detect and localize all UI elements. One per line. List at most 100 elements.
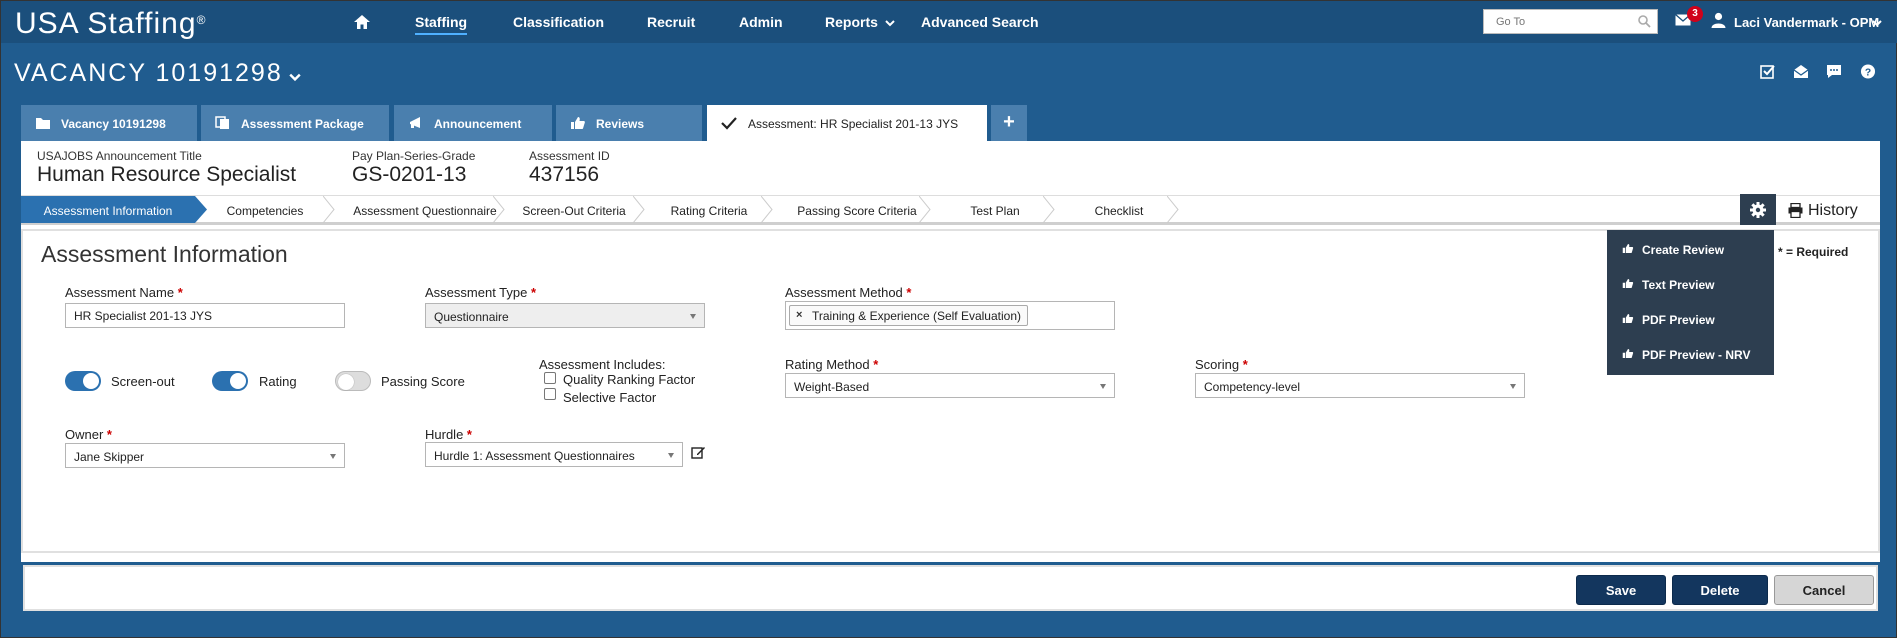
required-note: * = Required (1778, 245, 1849, 259)
assessment-id-value: 437156 (529, 163, 600, 186)
pay-plan-value: GS-0201-13 (352, 163, 467, 186)
assessment-name-label: Assessment Name * (65, 285, 183, 300)
section-title: Assessment Information (41, 241, 288, 267)
scoring-select[interactable]: Competency-level (1195, 373, 1525, 398)
rating-toggle[interactable] (212, 371, 248, 391)
step-chevron-icon (1043, 196, 1055, 223)
history-button[interactable]: History (1788, 202, 1858, 220)
nav-admin[interactable]: Admin (739, 14, 783, 30)
step-checklist[interactable]: Checklist (1057, 196, 1181, 223)
app-logo[interactable]: USA Staffing® (15, 7, 206, 41)
quality-ranking-factor-checkbox[interactable] (544, 372, 556, 384)
step-assessment-information[interactable]: Assessment Information (21, 196, 195, 223)
dropdown-arrow-icon (1100, 384, 1106, 389)
history-label: History (1808, 202, 1858, 219)
step-screen-out-criteria[interactable]: Screen-Out Criteria (505, 196, 643, 223)
settings-button[interactable] (1740, 194, 1776, 225)
cancel-button[interactable]: Cancel (1774, 575, 1874, 605)
help-icon[interactable]: ? (1860, 64, 1876, 79)
step-competencies[interactable]: Competencies (207, 196, 323, 223)
step-assessment-questionnaire[interactable]: Assessment Questionnaire (333, 196, 517, 223)
screen-out-toggle[interactable] (65, 371, 101, 391)
menu-text-preview[interactable]: Text Preview (1607, 269, 1774, 298)
user-chevron-down-icon[interactable] (1872, 18, 1882, 28)
announcement-title-label: USAJOBS Announcement Title (37, 149, 202, 163)
nav-classification[interactable]: Classification (513, 14, 604, 30)
pay-plan-label: Pay Plan-Series-Grade (352, 149, 476, 163)
step-passing-score-criteria[interactable]: Passing Score Criteria (773, 196, 941, 223)
save-button[interactable]: Save (1576, 575, 1666, 605)
remove-tag-icon[interactable]: × (796, 309, 802, 321)
menu-pdf-preview[interactable]: PDF Preview (1607, 304, 1774, 333)
menu-pdf-preview-nrv[interactable]: PDF Preview - NRV (1607, 339, 1774, 368)
tab-assessment-package[interactable]: Assessment Package (201, 105, 389, 141)
selective-factor-label: Selective Factor (563, 390, 657, 405)
home-icon[interactable] (353, 14, 371, 30)
tab-assessment-active[interactable]: Assessment: HR Specialist 201-13 JYS (707, 105, 987, 143)
tab-reviews[interactable]: Reviews (556, 105, 702, 141)
screen-out-label: Screen-out (111, 374, 175, 389)
step-chevron-icon (761, 196, 773, 223)
main-panel: USAJOBS Announcement Title Human Resourc… (21, 141, 1880, 562)
menu-create-review[interactable]: Create Review (1607, 234, 1774, 263)
dropdown-arrow-icon (690, 314, 696, 319)
owner-select[interactable]: Jane Skipper (65, 443, 345, 468)
nav-staffing[interactable]: Staffing (415, 14, 468, 35)
assessment-method-input[interactable]: × Training & Experience (Self Evaluation… (785, 301, 1115, 330)
nav-reports[interactable]: Reports (825, 14, 878, 30)
nav-advanced-search[interactable]: Advanced Search (921, 14, 1039, 30)
tab-assessment-label: Assessment: HR Specialist 201-13 JYS (748, 117, 959, 131)
add-tab-button[interactable]: + (991, 105, 1027, 141)
step-bar: Assessment Information Competencies Asse… (21, 194, 1880, 225)
checklist-icon[interactable] (1760, 64, 1776, 79)
top-navigation: USA Staffing® Staffing Classification Re… (1, 1, 1897, 43)
thumbs-up-icon (1622, 314, 1634, 323)
tab-assessment-package-label: Assessment Package (241, 117, 364, 131)
vacancy-chevron-down-icon[interactable] (289, 71, 301, 83)
tab-vacancy-label: Vacancy 10191298 (61, 117, 166, 131)
envelope-open-icon[interactable] (1793, 64, 1809, 79)
tab-reviews-label: Reviews (596, 117, 645, 131)
edit-icon[interactable] (691, 445, 706, 460)
tab-announcement[interactable]: Announcement (394, 105, 552, 141)
goto-input[interactable]: Go To (1483, 9, 1658, 34)
hurdle-label: Hurdle * (425, 427, 472, 442)
announcement-title-value: Human Resource Specialist (37, 163, 297, 186)
settings-dropdown-menu: Create Review Text Preview PDF Preview P… (1607, 230, 1774, 375)
comment-icon[interactable] (1826, 64, 1842, 79)
assessment-includes-label: Assessment Includes: (539, 357, 666, 372)
step-chevron-icon (493, 196, 505, 223)
step-rating-criteria[interactable]: Rating Criteria (647, 196, 771, 223)
mail-badge: 3 (1687, 6, 1703, 22)
copy-icon (215, 116, 229, 129)
rating-method-label: Rating Method * (785, 357, 879, 372)
user-name[interactable]: Laci Vandermark - OPM (1734, 15, 1879, 30)
vacancy-title[interactable]: VACANCY 10191298 (14, 59, 283, 88)
selective-factor-checkbox[interactable] (544, 388, 556, 400)
reports-chevron-down-icon[interactable] (885, 18, 895, 28)
step-test-plan[interactable]: Test Plan (933, 196, 1057, 223)
assessment-name-input[interactable]: HR Specialist 201-13 JYS (65, 303, 345, 328)
passing-score-label: Passing Score (381, 374, 465, 389)
rating-label: Rating (259, 374, 297, 389)
step-chevron-icon (1167, 196, 1179, 223)
step-chevron-icon (195, 196, 207, 223)
rating-method-select[interactable]: Weight-Based (785, 373, 1115, 398)
thumbs-up-icon (1622, 349, 1634, 358)
assessment-type-label: Assessment Type * (425, 285, 537, 300)
assessment-method-label: Assessment Method * (785, 285, 912, 300)
user-icon[interactable] (1711, 12, 1726, 28)
passing-score-toggle[interactable] (335, 371, 371, 391)
step-chevron-icon (919, 196, 931, 223)
printer-icon (1788, 203, 1803, 218)
nav-recruit[interactable]: Recruit (647, 14, 695, 30)
search-icon[interactable] (1638, 15, 1651, 28)
svg-text:?: ? (1865, 67, 1871, 78)
gear-icon (1750, 202, 1766, 218)
scoring-label: Scoring * (1195, 357, 1248, 372)
tab-vacancy[interactable]: Vacancy 10191298 (21, 105, 197, 141)
delete-button[interactable]: Delete (1672, 575, 1768, 605)
hurdle-select[interactable]: Hurdle 1: Assessment Questionnaires (425, 442, 683, 467)
dropdown-arrow-icon (668, 453, 674, 458)
dropdown-arrow-icon (330, 454, 336, 459)
